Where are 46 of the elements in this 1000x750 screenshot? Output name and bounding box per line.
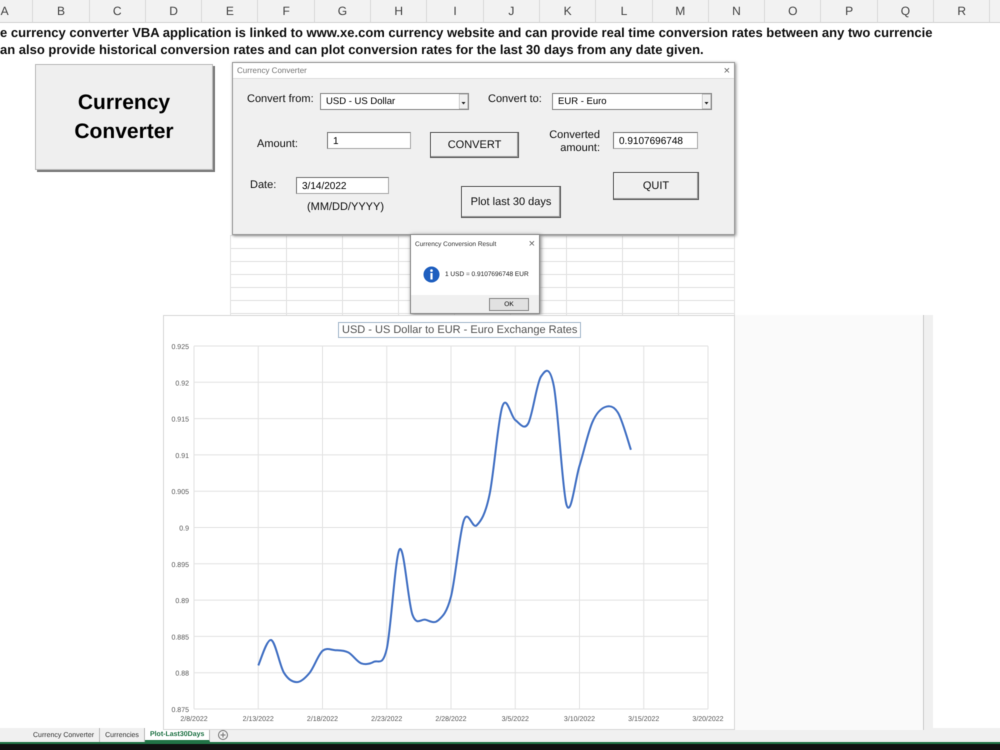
column-header[interactable]: K	[540, 0, 596, 22]
column-header[interactable]: R	[934, 0, 990, 22]
dropdown-value: EUR - Euro	[558, 96, 607, 107]
input-field[interactable]: 0.9107696748	[613, 132, 698, 149]
caret-icon[interactable]	[459, 94, 468, 109]
column-header[interactable]: O	[765, 0, 822, 22]
column-header[interactable]: H	[371, 0, 428, 22]
column-header[interactable]: F	[258, 0, 315, 22]
column-header[interactable]: N	[708, 0, 766, 22]
column-header[interactable]: L	[596, 0, 653, 22]
field-label: (MM/DD/YYYY)	[307, 201, 384, 213]
column-header[interactable]: E	[202, 0, 258, 22]
dialog-button[interactable]: QUIT	[613, 172, 699, 200]
column-header[interactable]: P	[821, 0, 878, 22]
add-sheet-icon[interactable]	[218, 730, 228, 740]
input-field[interactable]: 1	[327, 132, 411, 149]
column-header[interactable]: M	[652, 0, 709, 22]
field-label: Date:	[250, 179, 276, 191]
description-text: an also provide historical conversion rates and can plot conversion rates for the last 30 days from any date given.	[0, 41, 704, 58]
field-label: Converted amount:	[548, 129, 600, 155]
field-label: Convert to:	[488, 93, 542, 105]
column-header[interactable]: J	[484, 0, 540, 22]
dialog-title: Currency Converter	[237, 66, 307, 75]
dropdown-field[interactable]: USD - US Dollar	[320, 93, 469, 110]
dialog-button[interactable]: CONVERT	[430, 132, 519, 158]
converter-shape-button[interactable]: Currency Converter	[35, 64, 213, 170]
close-button[interactable]: ×	[724, 64, 730, 76]
dialog-button[interactable]: Plot last 30 days	[461, 186, 561, 218]
column-header[interactable]: G	[314, 0, 372, 22]
dropdown-value: USD - US Dollar	[326, 96, 396, 107]
column-header[interactable]: C	[90, 0, 146, 22]
close-button[interactable]: ×	[528, 238, 535, 250]
column-header[interactable]: D	[146, 0, 202, 22]
dropdown-field[interactable]: EUR - Euro	[552, 93, 712, 110]
column-header[interactable]: I	[427, 0, 484, 22]
input-field[interactable]: 3/14/2022	[296, 177, 389, 194]
info-icon	[423, 266, 440, 282]
column-header[interactable]: A	[0, 0, 34, 22]
description-text: e currency converter VBA application is linked to www.xe.com currency website and can provide real time conversion rates between any two currencie	[0, 24, 932, 41]
vertical-scrollbar[interactable]	[923, 315, 933, 730]
chart-title: USD - US Dollar to EUR - Euro Exchange Rates	[338, 322, 582, 338]
caret-icon[interactable]	[702, 94, 711, 109]
field-label: Amount:	[257, 138, 298, 150]
column-header[interactable]: Q	[878, 0, 934, 22]
column-header[interactable]: B	[33, 0, 90, 22]
field-label: Convert from:	[247, 93, 314, 105]
